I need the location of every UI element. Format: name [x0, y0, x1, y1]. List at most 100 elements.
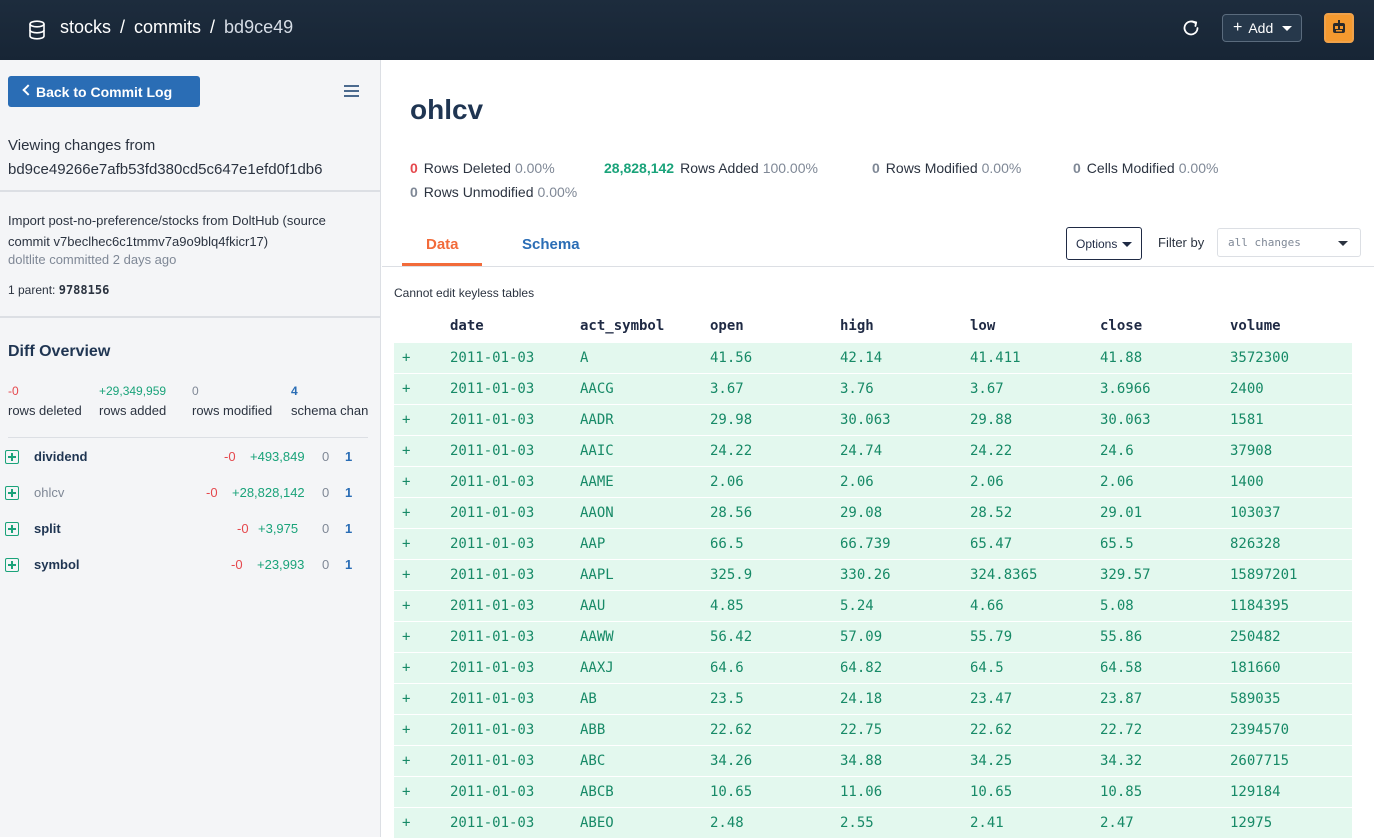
overview-value: 4	[291, 384, 298, 398]
hamburger-menu-icon[interactable]	[344, 85, 359, 97]
stat-percent: 0.00%	[514, 160, 555, 176]
plus-square-icon	[5, 450, 19, 464]
top-navbar: stocks / commits / bd9ce49 + Add	[0, 0, 1374, 60]
stat-value: 0	[410, 160, 418, 176]
commit-message: Import post-no-preference/stocks from Do…	[8, 213, 326, 249]
overview-label: schema chan	[291, 403, 369, 418]
add-button[interactable]: + Add	[1222, 14, 1302, 42]
schema-changes-count: 1	[345, 485, 353, 500]
table-cell: 129184	[1230, 784, 1281, 800]
filter-select[interactable]: all changes	[1217, 228, 1361, 257]
table-cell: 23.87	[1100, 691, 1143, 707]
table-cell: 5.24	[840, 598, 874, 614]
row-added-marker: +	[402, 505, 411, 521]
table-cell: 10.65	[970, 784, 1013, 800]
table-cell: 2011-01-03	[450, 815, 535, 831]
table-cell: 24.22	[710, 443, 753, 459]
table-row: +2011-01-03 AACG 3.67 3.76 3.67 3.6966 2400	[394, 373, 1352, 404]
table-cell: AAIC	[580, 443, 614, 459]
table-cell: 12975	[1230, 815, 1273, 831]
table-cell: 34.25	[970, 753, 1013, 769]
tab-schema[interactable]: Schema	[522, 236, 580, 253]
tab-data[interactable]: Data	[426, 236, 459, 253]
table-cell: 66.739	[840, 536, 891, 552]
table-cell: 10.65	[710, 784, 753, 800]
table-cell: ABC	[580, 753, 606, 769]
breadcrumb-database[interactable]: stocks	[60, 17, 111, 38]
plus-square-icon	[5, 486, 19, 500]
row-added-marker: +	[402, 381, 411, 397]
parent-label: 1 parent:	[8, 283, 56, 297]
table-cell: 34.88	[840, 753, 883, 769]
refresh-icon[interactable]	[1180, 17, 1202, 39]
back-to-commit-log-button[interactable]: Back to Commit Log	[8, 76, 200, 107]
table-cell: 23.47	[970, 691, 1013, 707]
row-added-marker: +	[402, 815, 411, 831]
divider	[0, 190, 381, 192]
table-cell: 64.5	[970, 660, 1004, 676]
table-cell: 5.08	[1100, 598, 1134, 614]
table-name[interactable]: split	[34, 521, 61, 536]
column-header: volume	[1230, 318, 1281, 334]
options-dropdown[interactable]: Options	[1066, 227, 1142, 260]
overview-label: rows deleted	[8, 403, 82, 418]
column-header: low	[970, 318, 996, 334]
overview-value: +29,349,959	[99, 384, 167, 398]
stat-rows-unmodified: 0 Rows Unmodified 0.00%	[410, 184, 577, 200]
database-icon	[29, 20, 45, 40]
breadcrumb-commits[interactable]: commits	[134, 17, 201, 38]
table-cell: 24.74	[840, 443, 883, 459]
table-row: +2011-01-03 AAU 4.85 5.24 4.66 5.08 1184395	[394, 590, 1352, 621]
schema-changes-count: 1	[345, 557, 353, 572]
plus-icon: +	[1233, 19, 1243, 36]
stat-label: Cells Modified	[1086, 160, 1175, 176]
diff-main-panel: ohlcv 0 Rows Deleted 0.00% 28,828,142 Rows …	[382, 60, 1374, 838]
breadcrumb-commit: bd9ce49	[224, 17, 294, 37]
table-cell: 2.48	[710, 815, 744, 831]
table-diff-row-symbol[interactable]: symbol -0 +23,993 0 1	[0, 556, 381, 576]
table-cell: 1400	[1230, 474, 1264, 490]
stat-rows-modified: 0 Rows Modified 0.00%	[872, 160, 1021, 176]
table-diff-row-split[interactable]: split -0 +3,975 0 1	[0, 520, 381, 540]
table-cell: AADR	[580, 412, 614, 428]
table-cell: 55.79	[970, 629, 1013, 645]
rows-modified-count: 0	[322, 449, 330, 464]
table-cell: 2011-01-03	[450, 381, 535, 397]
table-diff-row-dividend[interactable]: dividend -0 +493,849 0 1	[0, 448, 381, 468]
table-row: +2011-01-03 AAIC 24.22 24.74 24.22 24.6 37908	[394, 435, 1352, 466]
divider	[8, 437, 368, 438]
table-row: +2011-01-03 AAPL 325.9 330.26 324.8365 329.57…	[394, 559, 1352, 590]
table-name[interactable]: ohlcv	[34, 485, 64, 500]
table-cell: 37908	[1230, 443, 1273, 459]
stat-percent: 0.00%	[981, 160, 1022, 176]
table-cell: 2607715	[1230, 753, 1290, 769]
table-cell: 181660	[1230, 660, 1281, 676]
stat-label: Rows Unmodified	[423, 184, 534, 200]
row-added-marker: +	[402, 443, 411, 459]
avatar[interactable]	[1324, 13, 1354, 43]
table-cell: 64.82	[840, 660, 883, 676]
chevron-down-icon	[1282, 26, 1292, 31]
divider	[382, 266, 1374, 267]
table-cell: 2.06	[710, 474, 744, 490]
table-diff-row-ohlcv[interactable]: ohlcv -0 +28,828,142 0 1	[0, 484, 381, 504]
back-button-label: Back to Commit Log	[36, 83, 173, 100]
table-cell: 41.411	[970, 350, 1021, 366]
table-row: +2011-01-03 AAON 28.56 29.08 28.52 29.01 10303…	[394, 497, 1352, 528]
table-cell: 2011-01-03	[450, 629, 535, 645]
table-cell: 2394570	[1230, 722, 1290, 738]
table-name[interactable]: dividend	[34, 449, 87, 464]
overview-label: rows modified	[192, 403, 273, 418]
table-cell: 29.88	[970, 412, 1013, 428]
table-cell: AAWW	[580, 629, 614, 645]
table-cell: 22.62	[710, 722, 753, 738]
table-cell: 2011-01-03	[450, 536, 535, 552]
keyless-note: Cannot edit keyless tables	[394, 286, 535, 300]
plus-square-icon	[5, 522, 19, 536]
viewing-label: Viewing changes from	[8, 137, 156, 154]
parent-hash-link[interactable]: 9788156	[59, 283, 110, 297]
robot-avatar-icon	[1333, 20, 1345, 33]
stat-percent: 0.00%	[537, 184, 578, 200]
table-cell: AACG	[580, 381, 614, 397]
table-name[interactable]: symbol	[34, 557, 80, 572]
